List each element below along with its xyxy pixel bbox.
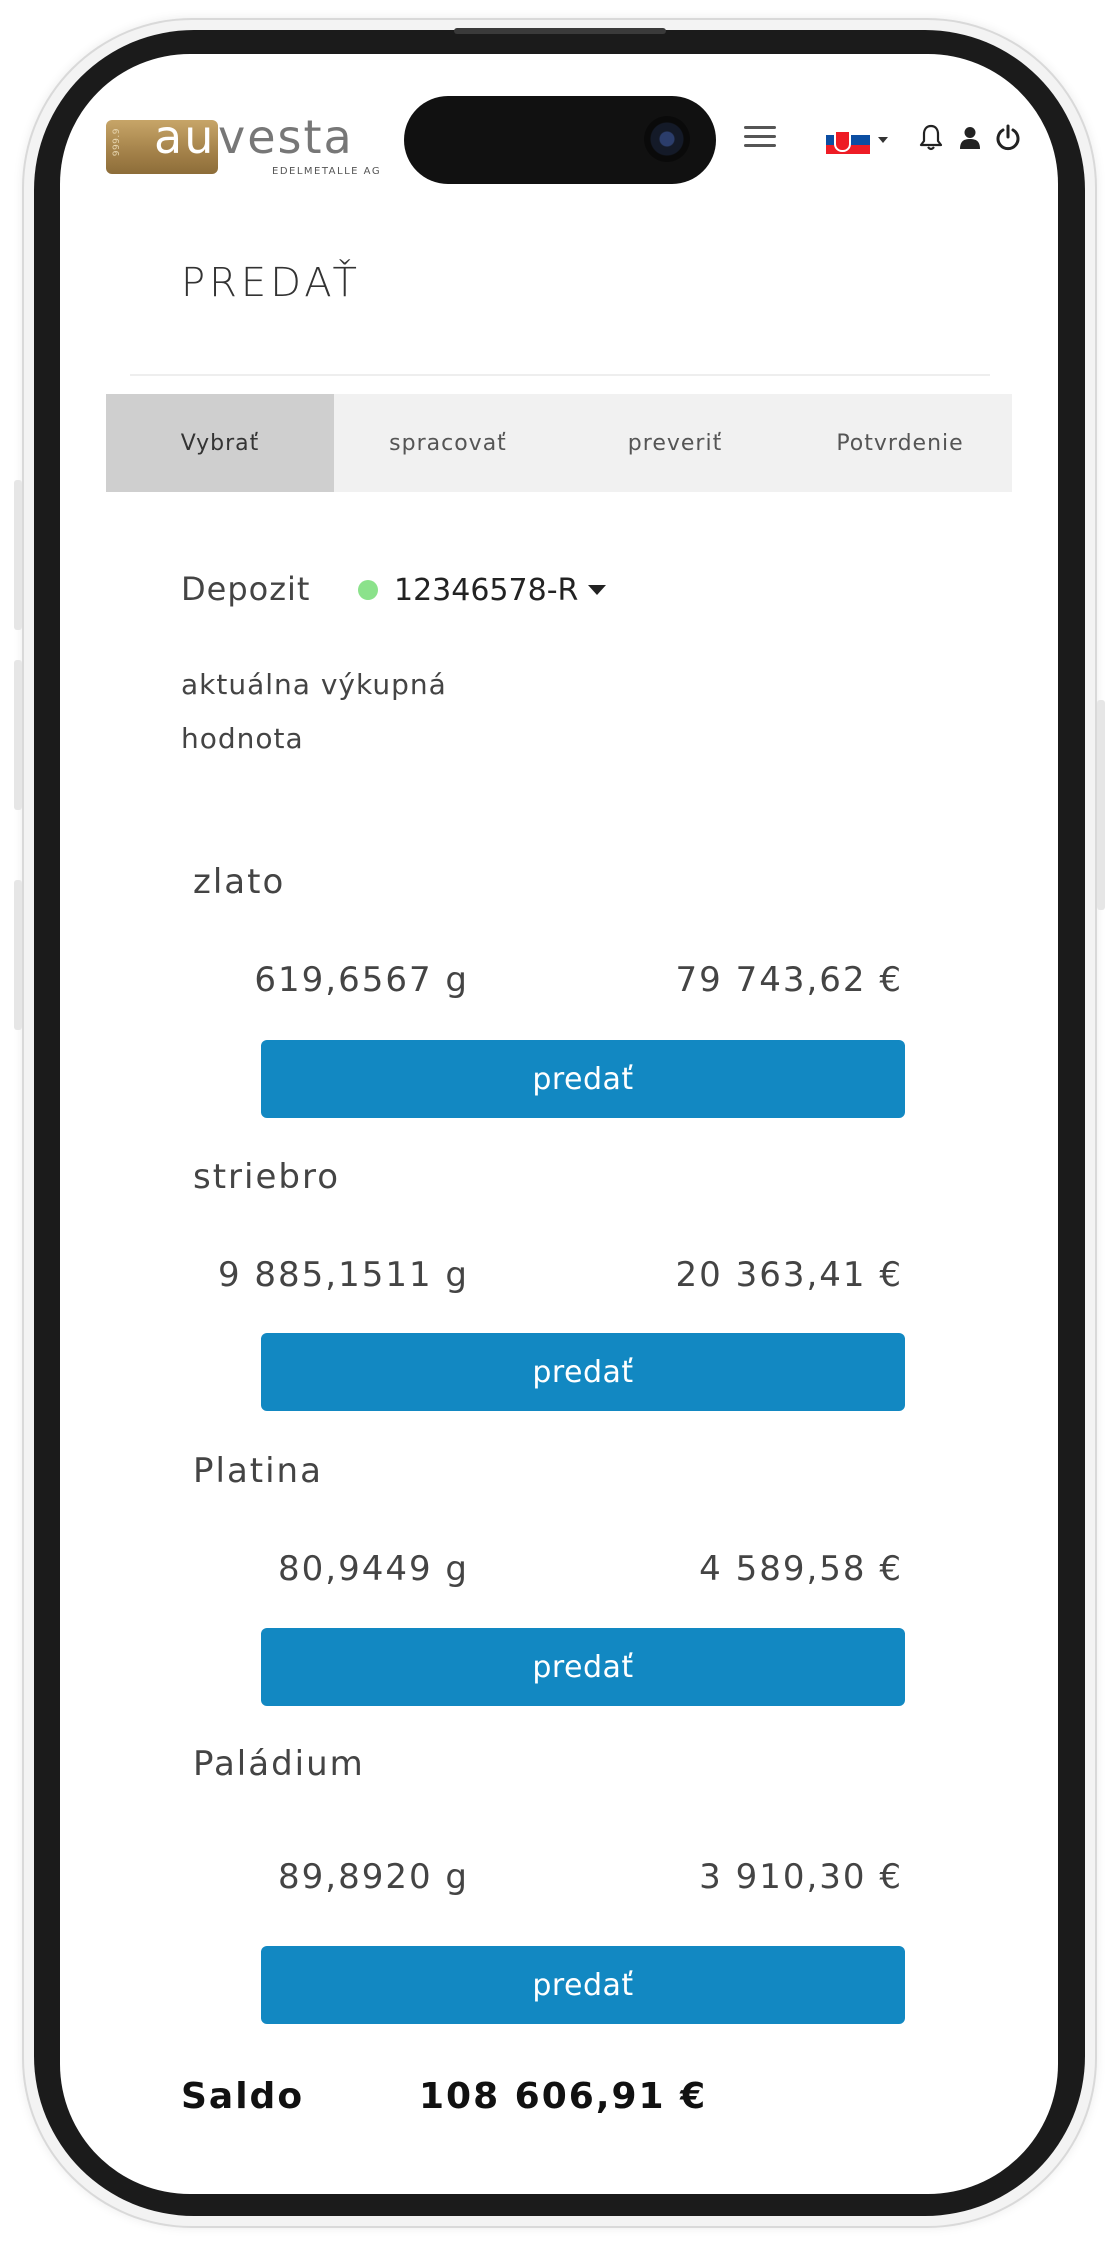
- volume-up-button: [14, 480, 22, 630]
- page-title: PREDAŤ: [181, 260, 361, 306]
- logo-subtitle: EDELMETALLE AG: [272, 166, 382, 177]
- metal-name-gold: zlato: [193, 862, 286, 902]
- user-icon[interactable]: [959, 126, 981, 150]
- depozit-value: 12346578-R: [394, 572, 579, 608]
- sell-silver-button[interactable]: predať: [261, 1333, 905, 1411]
- metal-weight-gold: 619,6567 g: [254, 960, 469, 1000]
- top-speaker: [454, 28, 666, 34]
- sell-palladium-button[interactable]: predať: [261, 1946, 905, 2024]
- metal-value-gold: 79 743,62 €: [675, 960, 903, 1000]
- auvesta-logo[interactable]: 999.9 au vesta EDELMETALLE AG: [106, 110, 380, 180]
- slovak-flag-icon[interactable]: [826, 126, 870, 154]
- saldo-value: 108 606,91 €: [419, 2076, 708, 2117]
- tab-potvrdenie[interactable]: Potvrdenie: [788, 394, 1012, 492]
- hamburger-icon[interactable]: [744, 126, 776, 148]
- metal-name-palladium: Paládium: [193, 1744, 365, 1784]
- metal-value-platinum: 4 589,58 €: [699, 1549, 903, 1589]
- title-divider: [130, 374, 990, 376]
- tab-vybrat[interactable]: Vybrať: [106, 394, 334, 492]
- metal-weight-palladium: 89,8920 g: [278, 1857, 469, 1897]
- language-chevron-down-icon[interactable]: [878, 137, 888, 143]
- metal-weight-platinum: 80,9449 g: [278, 1549, 469, 1589]
- sell-gold-button[interactable]: predať: [261, 1040, 905, 1118]
- saldo-label: Saldo: [181, 2076, 305, 2117]
- metal-name-silver: striebro: [193, 1157, 341, 1197]
- sell-platinum-button[interactable]: predať: [261, 1628, 905, 1706]
- power-icon[interactable]: [995, 124, 1021, 152]
- caret-down-icon: [588, 585, 607, 595]
- tab-spracovat[interactable]: spracovať: [334, 394, 562, 492]
- logo-text-au: au: [154, 110, 216, 164]
- metal-value-palladium: 3 910,30 €: [699, 1857, 903, 1897]
- step-tabs: Vybrať spracovať preveriť Potvrdenie: [106, 394, 1012, 492]
- logo-text-vesta: vesta: [218, 110, 354, 164]
- volume-down-button: [14, 660, 22, 810]
- metal-weight-silver: 9 885,1511 g: [217, 1255, 469, 1295]
- bell-icon[interactable]: [919, 124, 943, 152]
- camera-icon: [644, 116, 690, 162]
- power-side-button: [1097, 700, 1105, 910]
- metal-name-platinum: Platina: [193, 1451, 323, 1491]
- depozit-dropdown[interactable]: 12346578-R: [358, 568, 607, 612]
- tab-preverit[interactable]: preveriť: [562, 394, 788, 492]
- phone-mockup: 999.9 au vesta EDELMETALLE AG PREDAŤ Vyb…: [0, 0, 1119, 2246]
- metal-value-silver: 20 363,41 €: [675, 1255, 903, 1295]
- logo-stamp: 999.9: [112, 128, 122, 157]
- depozit-label: Depozit: [181, 570, 311, 608]
- current-value-label: aktuálna výkupná hodnota: [181, 668, 447, 755]
- status-dot-icon: [358, 580, 378, 600]
- dynamic-island: [404, 96, 716, 184]
- mute-switch: [14, 880, 22, 1030]
